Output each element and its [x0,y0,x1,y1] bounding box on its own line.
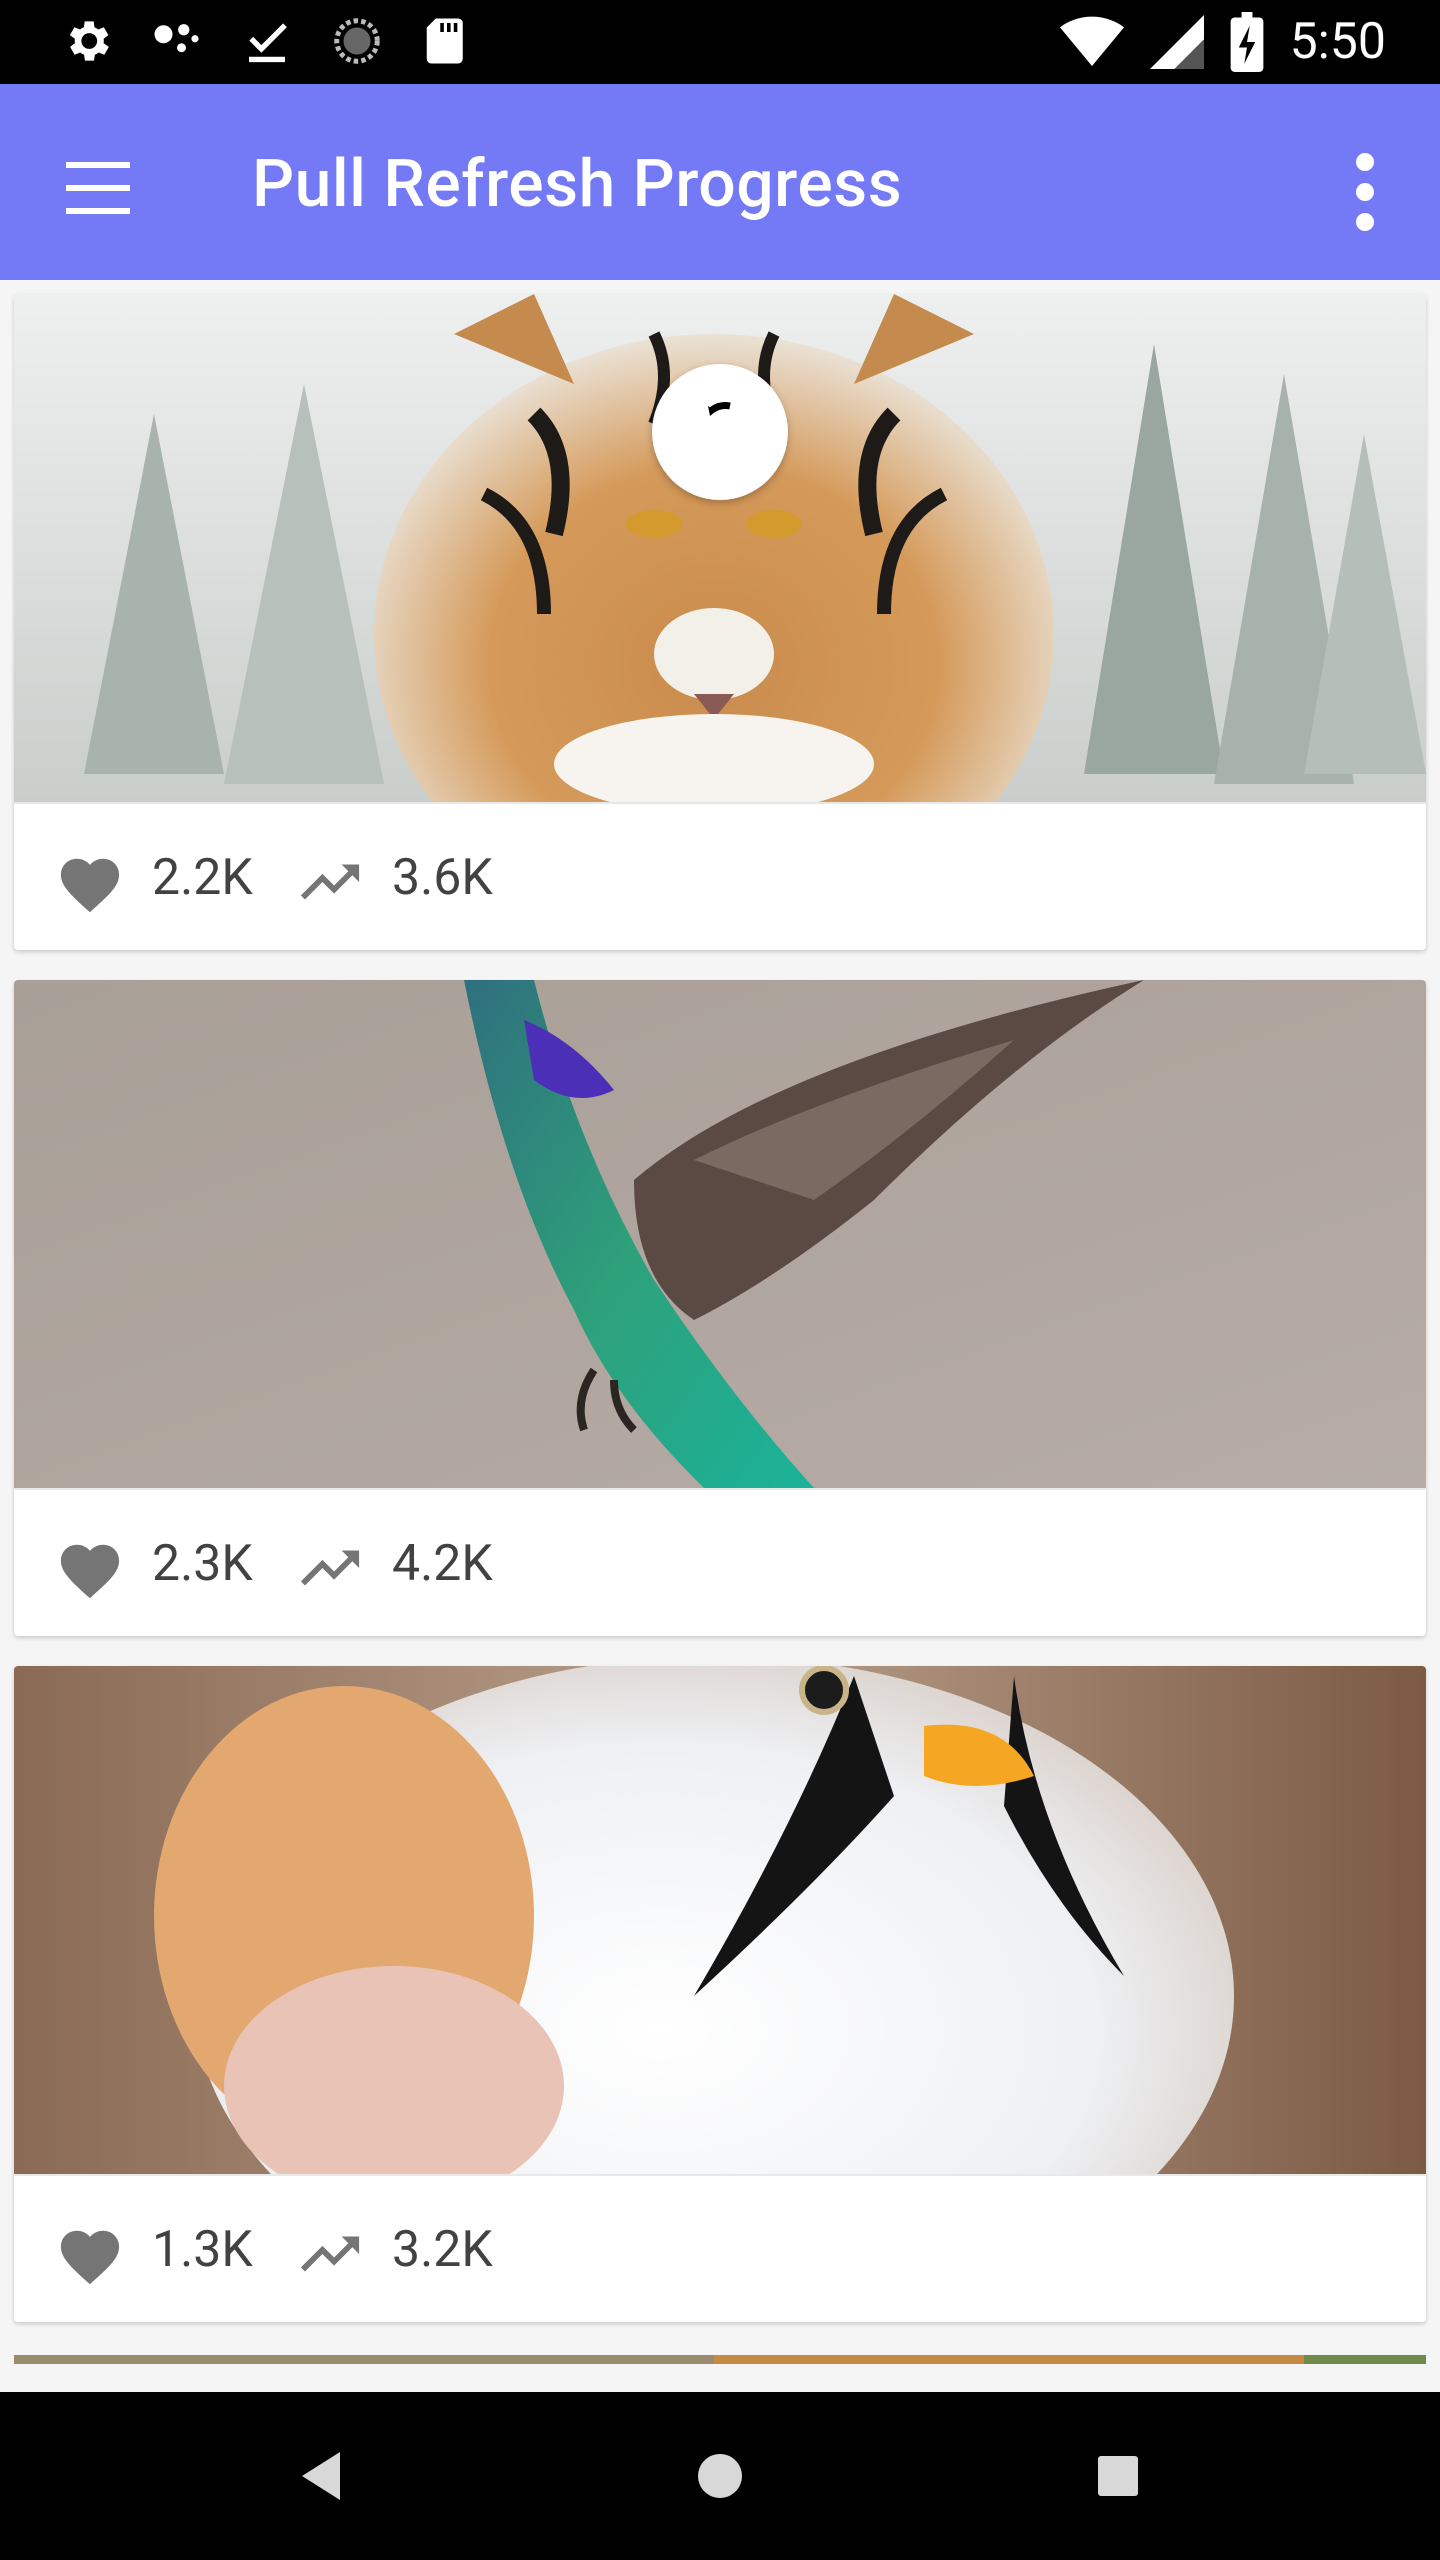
bird-image [14,1666,1426,2174]
sd-card-icon [426,18,463,64]
sync-circle-icon [334,18,380,64]
overflow-menu-button[interactable] [1330,142,1400,242]
battery-charging-icon [1230,12,1263,72]
heart-icon[interactable] [54,1536,126,1600]
signal-icon [1149,15,1204,69]
hummingbird-image [14,980,1426,1488]
menu-button[interactable] [50,148,146,228]
pull-refresh-indicator [652,364,788,500]
home-icon[interactable] [696,2452,744,2500]
assistant-dots-icon [154,24,199,53]
download-done-icon [249,23,287,63]
menu-icon [66,162,130,214]
likes-count: 1.3K [152,2221,253,2279]
more-vert-icon [1356,153,1374,231]
page-title: Pull Refresh Progress [252,146,903,223]
card-footer: 2.2K 3.6K [14,802,1426,950]
image-card[interactable]: 1.3K 3.2K [14,1666,1426,2322]
heart-icon[interactable] [54,2222,126,2286]
trending-count: 4.2K [392,1535,493,1593]
next-card-partial[interactable] [14,2352,1426,2364]
trending-up-icon[interactable] [294,850,366,914]
trending-up-icon[interactable] [294,1536,366,1600]
wifi-icon [1059,16,1124,67]
settings-icon [69,21,109,61]
card-footer: 1.3K 3.2K [14,2174,1426,2322]
app-bar: Pull Refresh Progress [0,84,1440,280]
status-right-icons: 5:50 [1059,10,1386,74]
partial-card-image [14,2355,1426,2364]
status-time: 5:50 [1289,13,1386,71]
trending-count: 3.2K [392,2221,493,2279]
trending-count: 3.6K [392,849,493,907]
trending-up-icon[interactable] [294,2222,366,2286]
heart-icon[interactable] [54,850,126,914]
navigation-bar [0,2392,1440,2560]
card-footer: 2.3K 4.2K [14,1488,1426,1636]
refresh-progress-icon [708,402,731,416]
back-icon[interactable] [296,2448,346,2504]
likes-count: 2.3K [152,1535,253,1593]
likes-count: 2.2K [152,849,253,907]
image-card[interactable]: 2.3K 4.2K [14,980,1426,1636]
status-bar: 5:50 [0,0,1440,84]
status-left-icons [60,14,474,68]
recents-icon[interactable] [1096,2454,1140,2498]
